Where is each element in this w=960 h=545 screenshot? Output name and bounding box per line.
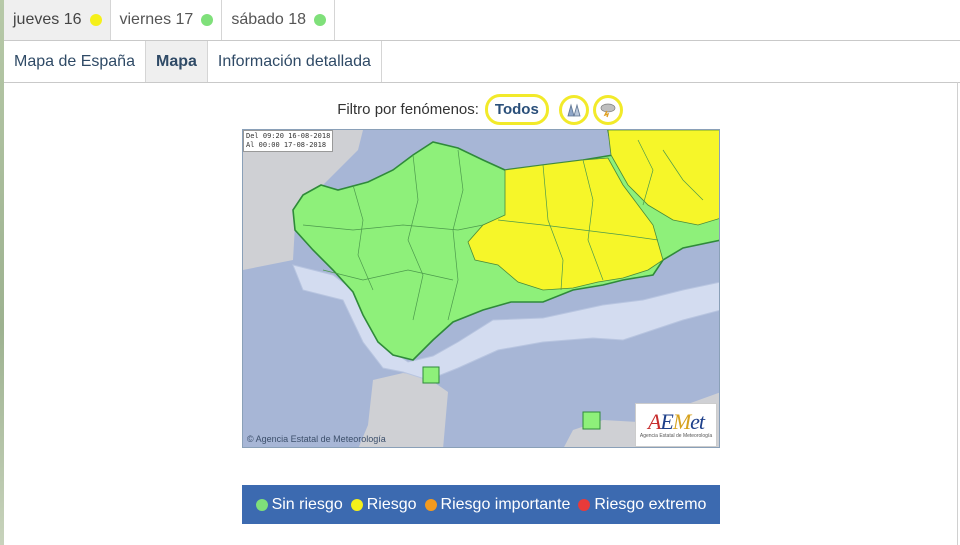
warning-map[interactable]: Del 09:20 16-08-2018 Al 00:00 17-08-2018… <box>242 129 720 448</box>
risk-legend: Sin riesgo Riesgo Riesgo importante Ries… <box>242 485 720 524</box>
legend-dot-icon <box>255 498 268 511</box>
legend-dot-icon <box>578 498 591 511</box>
day-tabs: jueves 16 viernes 17 sábado 18 <box>4 0 960 41</box>
status-dot-icon <box>89 14 102 26</box>
sub-tab-label: Mapa <box>155 52 197 70</box>
storm-cloud-icon[interactable] <box>592 94 623 125</box>
day-tab-label: sábado 18 <box>231 11 307 28</box>
legend-label: Riesgo <box>366 495 417 513</box>
tab-jueves-16[interactable]: jueves 16 <box>4 0 111 40</box>
tab-viernes-17[interactable]: viernes 17 <box>111 0 223 40</box>
time-to: Al 00:00 17-08-2018 <box>246 141 327 149</box>
legend-item-sin-riesgo: Sin riesgo <box>255 495 343 514</box>
tab-mapa[interactable]: Mapa <box>145 41 208 82</box>
aemet-logo-word: AEMet <box>647 409 705 434</box>
validity-times: Del 09:20 16-08-2018 Al 00:00 17-08-2018 <box>243 130 334 152</box>
tab-sabado-18[interactable]: sábado 18 <box>222 0 336 40</box>
heat-thermometer-icon[interactable] <box>558 94 589 125</box>
status-dot-icon <box>201 14 214 26</box>
legend-item-riesgo-importante: Riesgo importante <box>424 495 571 514</box>
legend-label: Riesgo extremo <box>594 495 707 513</box>
status-dot-icon <box>314 14 327 26</box>
aemet-logo: AEMet Agencia Estatal de Meteorología <box>635 403 717 447</box>
legend-dot-icon <box>350 498 363 511</box>
sub-tab-label: Mapa de España <box>14 52 135 70</box>
day-tab-label: viernes 17 <box>119 11 194 28</box>
day-tab-label: jueves 16 <box>13 11 82 28</box>
tab-informacion-detallada[interactable]: Información detallada <box>208 41 382 82</box>
filter-label: Filtro por fenómenos: <box>337 101 479 118</box>
legend-dot-icon <box>424 498 437 511</box>
tab-mapa-espana[interactable]: Mapa de España <box>4 41 146 82</box>
legend-item-riesgo-extremo: Riesgo extremo <box>578 496 706 514</box>
filter-todos-button[interactable]: Todos <box>484 94 549 125</box>
legend-item-riesgo: Riesgo <box>350 495 417 514</box>
sub-tab-label: Información detallada <box>217 52 371 70</box>
legend-label: Riesgo importante <box>440 495 571 513</box>
view-tabs: Mapa de España Mapa Información detallad… <box>4 41 960 83</box>
phenomena-filter: Filtro por fenómenos: Todos <box>0 94 960 125</box>
andalucia-map-drawing <box>243 130 719 447</box>
map-credit: © Agencia Estatal de Meteorología <box>247 434 386 444</box>
aemet-logo-subtitle: Agencia Estatal de Meteorología <box>639 433 713 439</box>
legend-label: Sin riesgo <box>271 495 343 513</box>
time-from: Del 09:20 16-08-2018 <box>246 132 331 140</box>
